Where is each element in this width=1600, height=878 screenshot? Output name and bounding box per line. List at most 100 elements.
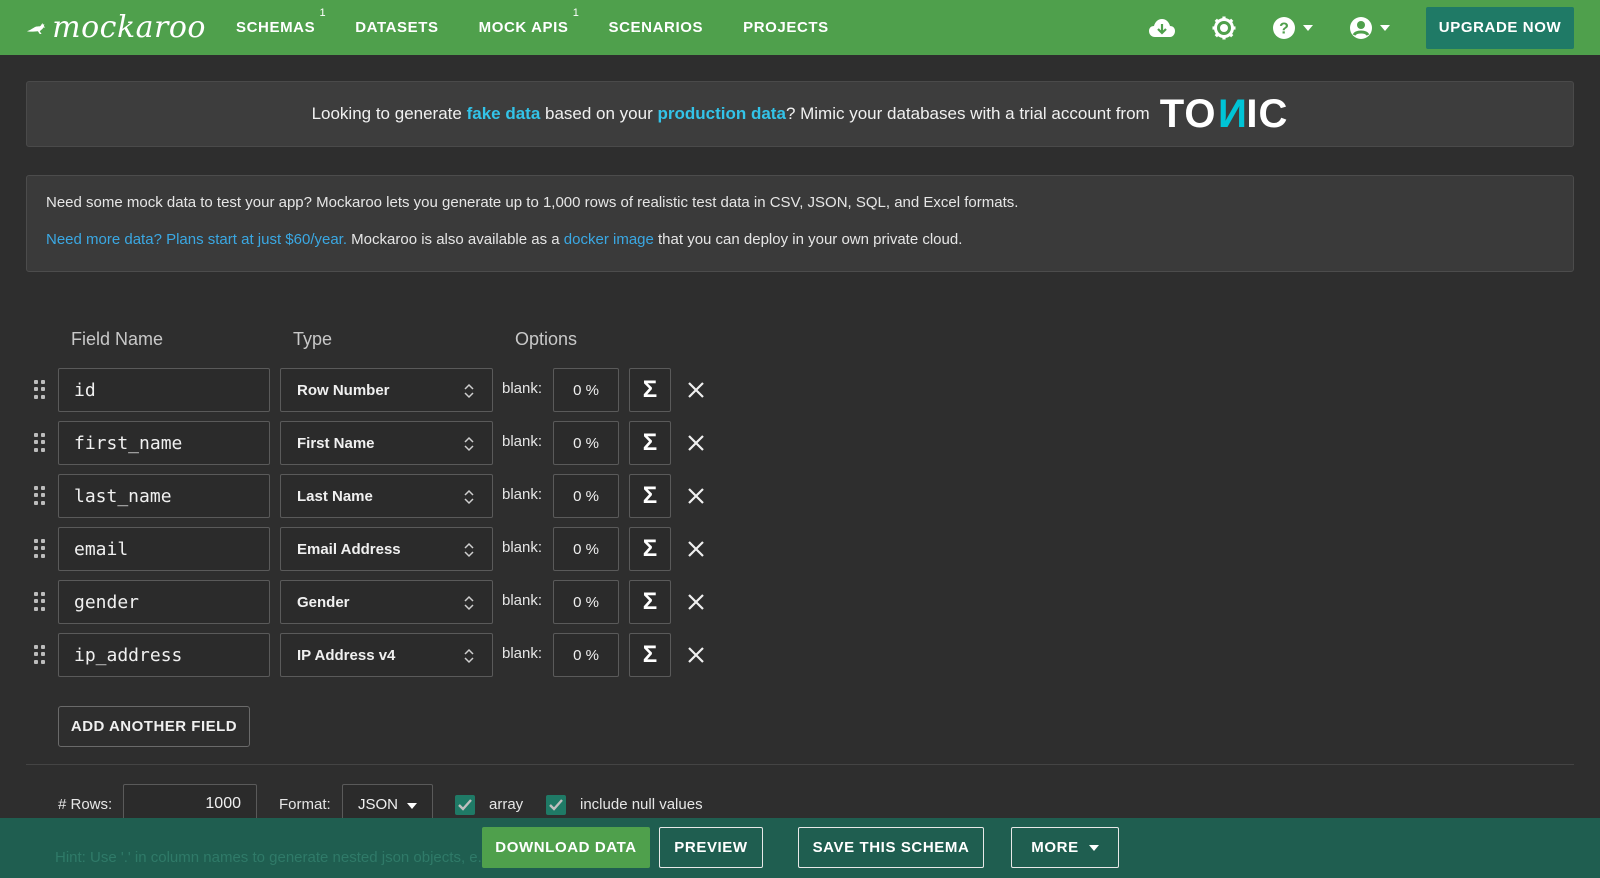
- blank-percent-input[interactable]: 0 %: [553, 633, 619, 677]
- blank-percent-input[interactable]: 0 %: [553, 421, 619, 465]
- blank-percent-value: 0 %: [573, 593, 599, 611]
- top-navbar: mockaroo SCHEMAS 1 DATASETS MOCK APIS 1 SC…: [0, 0, 1600, 55]
- header-options: Options: [515, 329, 578, 349]
- chevron-down-icon: [407, 803, 417, 809]
- kangaroo-icon: [26, 22, 46, 34]
- blank-percent-value: 0 %: [573, 434, 599, 452]
- field-name-input[interactable]: gender: [58, 580, 270, 624]
- close-icon[interactable]: [686, 380, 706, 400]
- close-icon[interactable]: [686, 433, 706, 453]
- format-label: Format:: [279, 796, 331, 813]
- blank-label: blank:: [502, 645, 543, 662]
- header-field-name: Field Name: [71, 329, 164, 349]
- formula-button[interactable]: Σ: [629, 527, 671, 571]
- more-menu-button[interactable]: MORE: [1011, 827, 1119, 868]
- field-row-ip-address: ip_address IP Address v4 blank: 0 % Σ: [0, 633, 720, 677]
- divider: [26, 764, 1574, 765]
- field-type-select[interactable]: Row Number: [280, 368, 493, 412]
- upgrade-now-button[interactable]: UPGRADE NOW: [1426, 6, 1574, 49]
- close-icon[interactable]: [686, 539, 706, 559]
- formula-button[interactable]: Σ: [629, 633, 671, 677]
- blank-percent-input[interactable]: 0 %: [553, 527, 619, 571]
- drag-handle-icon[interactable]: [34, 539, 46, 559]
- sigma-icon: Σ: [642, 429, 658, 456]
- bottom-action-bar: Hint: Use '.' in column names to generat…: [0, 818, 1600, 878]
- field-type-select[interactable]: Gender: [280, 580, 493, 624]
- array-checkbox[interactable]: [455, 795, 475, 815]
- field-name-input[interactable]: id: [58, 368, 270, 412]
- field-type-select[interactable]: First Name: [280, 421, 493, 465]
- blank-percent-input[interactable]: 0 %: [553, 580, 619, 624]
- pricing-link[interactable]: Need more data? Plans start at just $60/…: [46, 231, 347, 248]
- account-menu-button[interactable]: [1349, 16, 1390, 40]
- help-menu-button[interactable]: ?: [1272, 16, 1313, 40]
- add-another-field-button[interactable]: ADD ANOTHER FIELD: [58, 706, 250, 747]
- nav-mock-apis-label: MOCK APIS: [478, 19, 569, 36]
- nav-right: ? UPGRADE NOW: [1148, 0, 1600, 55]
- preview-button[interactable]: PREVIEW: [659, 827, 763, 868]
- download-data-button[interactable]: DOWNLOAD DATA: [482, 827, 650, 868]
- nav-projects[interactable]: PROJECTS: [743, 19, 829, 36]
- sigma-icon: Σ: [642, 588, 658, 615]
- close-icon[interactable]: [686, 645, 706, 665]
- blank-percent-input[interactable]: 0 %: [553, 474, 619, 518]
- field-name-input[interactable]: ip_address: [58, 633, 270, 677]
- info-line-2-text: Mockaroo is also available as a: [347, 231, 564, 248]
- header-type: Type: [293, 329, 333, 349]
- info-line-2: Need more data? Plans start at just $60/…: [46, 231, 1554, 248]
- sigma-icon: Σ: [642, 482, 658, 509]
- field-type-select[interactable]: Last Name: [280, 474, 493, 518]
- field-row-id: id Row Number blank: 0 % Σ: [0, 368, 720, 412]
- blank-percent-input[interactable]: 0 %: [553, 368, 619, 412]
- checkmark-icon: [549, 799, 563, 811]
- info-box: Need some mock data to test your app? Mo…: [26, 175, 1574, 272]
- save-schema-button[interactable]: SAVE THIS SCHEMA: [798, 827, 984, 868]
- close-icon[interactable]: [686, 486, 706, 506]
- nav-datasets[interactable]: DATASETS: [355, 19, 438, 36]
- nav-schemas-badge: 1: [319, 7, 327, 19]
- field-type-select[interactable]: IP Address v4: [280, 633, 493, 677]
- formula-button[interactable]: Σ: [629, 580, 671, 624]
- cloud-download-icon: [1149, 18, 1175, 37]
- docker-image-link[interactable]: docker image: [564, 231, 654, 248]
- tonic-logo[interactable]: TO N IC: [1160, 92, 1289, 137]
- drag-handle-icon[interactable]: [34, 486, 46, 506]
- formula-button[interactable]: Σ: [629, 368, 671, 412]
- nav-mock-apis[interactable]: MOCK APIS 1: [478, 7, 579, 36]
- cloud-download-button[interactable]: [1148, 17, 1176, 39]
- sigma-icon: Σ: [642, 376, 658, 403]
- field-type-select[interactable]: Email Address: [280, 527, 493, 571]
- include-null-checkbox[interactable]: [546, 795, 566, 815]
- array-label: array: [489, 796, 524, 813]
- drag-handle-icon[interactable]: [34, 380, 46, 400]
- nav-scenarios[interactable]: SCENARIOS: [609, 19, 704, 36]
- banner-text-2: based on your: [540, 104, 658, 123]
- blank-label: blank:: [502, 592, 543, 609]
- settings-button[interactable]: [1212, 16, 1236, 40]
- chevron-down-icon: [1380, 24, 1390, 31]
- close-icon[interactable]: [686, 592, 706, 612]
- drag-handle-icon[interactable]: [34, 433, 46, 453]
- field-name-input[interactable]: email: [58, 527, 270, 571]
- drag-handle-icon[interactable]: [34, 592, 46, 612]
- field-name-value: gender: [74, 591, 140, 613]
- field-name-value: last_name: [74, 485, 172, 507]
- field-table-headers: Field Name Type Options: [0, 329, 700, 351]
- formula-button[interactable]: Σ: [629, 421, 671, 465]
- field-name-input[interactable]: last_name: [58, 474, 270, 518]
- nav-mock-apis-badge: 1: [572, 7, 580, 19]
- sigma-icon: Σ: [642, 535, 658, 562]
- info-line-1: Need some mock data to test your app? Mo…: [46, 194, 1019, 211]
- blank-percent-value: 0 %: [573, 540, 599, 558]
- formula-button[interactable]: Σ: [629, 474, 671, 518]
- info-line-2-text-2: that you can deploy in your own private …: [653, 231, 963, 248]
- drag-handle-icon[interactable]: [34, 645, 46, 665]
- sigma-icon: Σ: [642, 641, 658, 668]
- mockaroo-logo[interactable]: mockaroo: [26, 10, 206, 45]
- field-name-input[interactable]: first_name: [58, 421, 270, 465]
- more-label: MORE: [1031, 839, 1079, 856]
- tonic-promo-banner[interactable]: Looking to generate fake data based on y…: [26, 81, 1574, 147]
- nav-schemas[interactable]: SCHEMAS 1: [236, 7, 326, 36]
- nav-schemas-label: SCHEMAS: [236, 19, 316, 36]
- include-null-label: include null values: [580, 796, 703, 813]
